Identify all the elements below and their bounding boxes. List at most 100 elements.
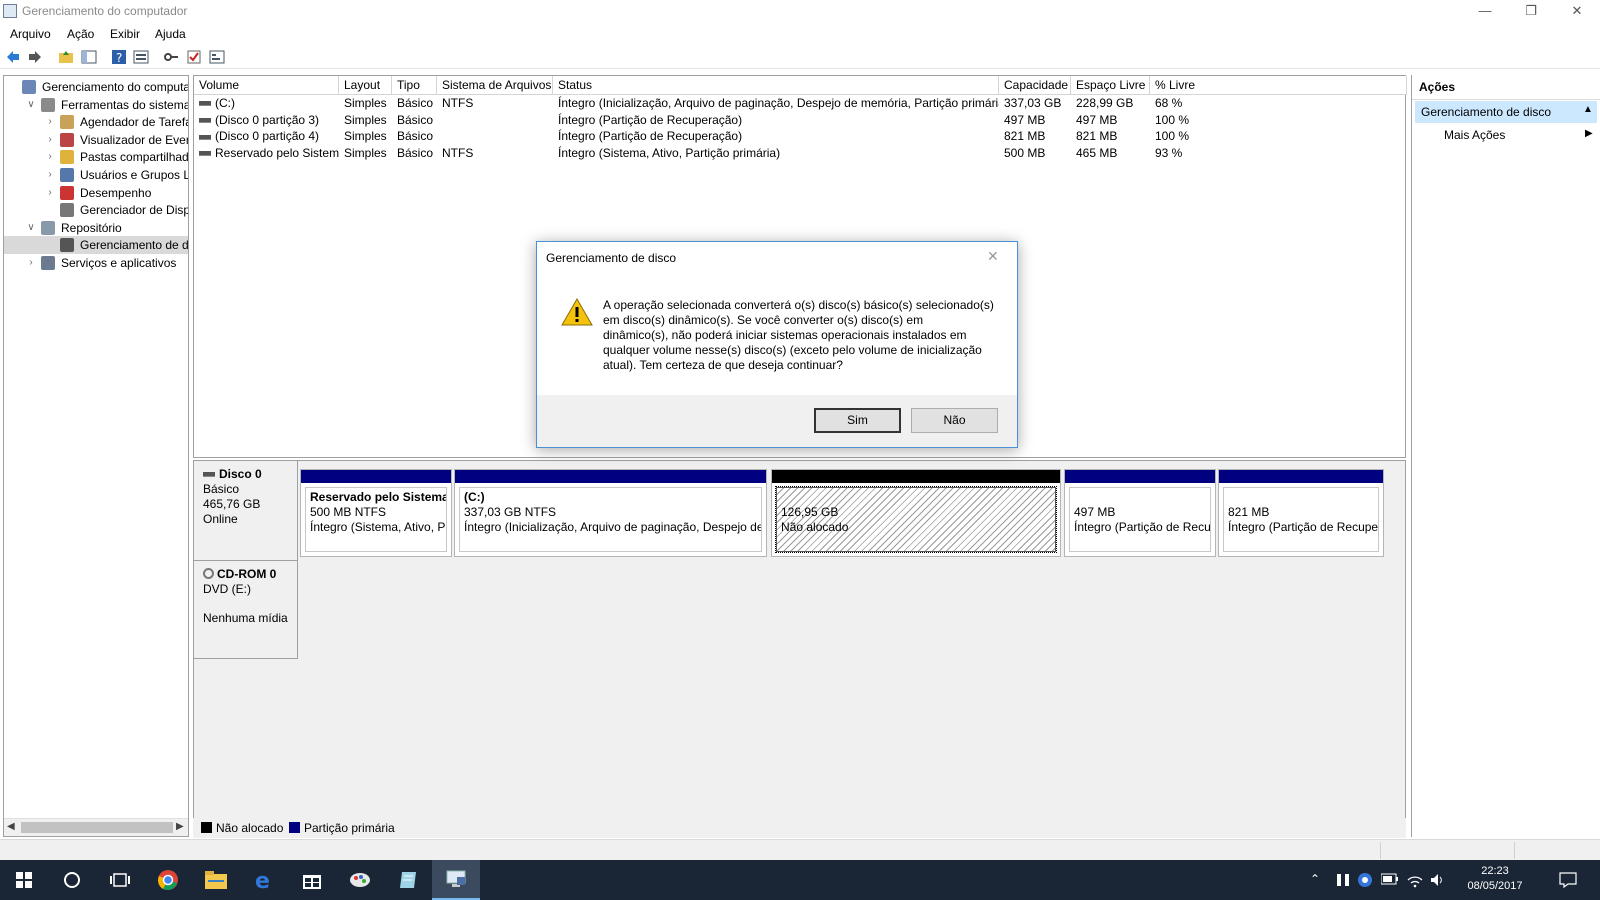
volume-row[interactable]: (Disco 0 partição 4) Simples Básico Íntegro… [194,128,1405,145]
taskbar-edge[interactable]: e [240,860,288,900]
collapsed-chevron-icon[interactable]: › [45,184,55,202]
disk0-label[interactable]: Disco 0 Básico 465,76 GB Online [194,461,298,561]
check-icon[interactable] [186,49,202,65]
partition[interactable]: Reservado pelo Sistema 500 MB NTFS Íntegro… [300,469,452,557]
menu-ajuda[interactable]: Ajuda [155,27,186,41]
partition[interactable]: (C:) 337,03 GB NTFS Íntegro (Inicialização… [454,469,767,557]
window-title: Gerenciamento do computador [22,4,188,18]
more-actions-item[interactable]: Mais Ações ▶ [1415,125,1597,147]
column-header[interactable]: Layout [339,76,392,95]
battery-icon[interactable] [1381,873,1399,885]
wifi-icon[interactable] [1407,872,1423,888]
clock-date: 08/05/2017 [1467,880,1523,892]
column-header[interactable]: Volume [194,76,339,95]
collapsed-chevron-icon[interactable]: › [45,148,55,166]
tree-item[interactable]: › Usuários e Grupos Loca [4,166,188,184]
volume-name: (Disco 0 partição 4) [215,129,320,144]
partition-line2: Não alocado [781,520,849,534]
expanded-chevron-icon[interactable]: ∨ [26,219,36,237]
column-header[interactable]: Sistema de Arquivos [437,76,553,95]
task-view-button[interactable] [96,860,144,900]
scrollbar-thumb[interactable] [21,822,173,833]
yes-button[interactable]: Sim [814,408,901,433]
dialog-message-line: qualquer volume nesse(s) disco(s) (excet… [603,343,982,357]
scroll-left-arrow-icon[interactable]: ◀ [7,821,15,832]
unallocated-partition[interactable]: 126,95 GB Não alocado [771,469,1061,557]
tree-item[interactable]: Gerenciador de Disposit [4,201,188,219]
column-header[interactable]: Tipo [392,76,437,95]
tree-item[interactable]: Gerenciamento de disco [4,236,188,255]
taskbar-paint[interactable] [336,860,384,900]
console-icon[interactable] [209,49,225,65]
computer-icon [22,80,36,94]
update-icon[interactable] [1357,872,1373,888]
partition-line1: 500 MB NTFS [310,505,387,519]
cdrom0-row[interactable]: CD-ROM 0 DVD (E:) Nenhuma mídia [194,561,1405,659]
tree-item[interactable]: › Agendador de Tarefas [4,113,188,131]
tree-item[interactable]: › Desempenho [4,184,188,202]
properties-icon[interactable] [133,49,149,65]
actions-section-disk-management[interactable]: Gerenciamento de disco ▲ [1415,101,1597,123]
clock[interactable]: 22:23 08/05/2017 [1460,864,1530,894]
volume-icon[interactable] [1429,872,1445,888]
volume-row[interactable]: (C:) Simples Básico NTFS Íntegro (Inicializa… [194,95,1405,112]
help-icon[interactable]: ? [111,49,127,65]
action-center-icon[interactable] [1559,872,1577,888]
partition[interactable]: 497 MB Íntegro (Partição de Recup [1064,469,1216,557]
show-hidden-icons-chevron-icon[interactable]: ⌃ [1310,872,1320,886]
dialog-close-icon[interactable]: ✕ [987,248,999,265]
taskbar-notepad[interactable] [384,860,432,900]
tree-item[interactable]: Gerenciamento do computado [4,78,188,96]
volume-row[interactable]: (Disco 0 partição 3) Simples Básico Íntegro… [194,112,1405,129]
menu-exibir[interactable]: Exibir [110,27,140,41]
expanded-chevron-icon[interactable]: ∨ [26,96,36,114]
volume-row[interactable]: Reservado pelo Sistema Simples Básico NTFS Í… [194,145,1405,162]
tree-item[interactable]: ∨ Ferramentas do sistema [4,96,188,114]
tree-item[interactable]: ∨ Repositório [4,219,188,237]
restore-button[interactable]: ❐ [1508,0,1554,24]
tree-item[interactable]: › Pastas compartilhadas [4,148,188,166]
tree-item[interactable]: › Visualizador de Eventos [4,131,188,149]
forward-icon[interactable] [27,49,43,65]
scroll-right-arrow-icon[interactable]: ▶ [176,821,184,832]
status-divider [1380,842,1381,859]
tree-item[interactable]: › Serviços e aplicativos [4,254,188,272]
collapsed-chevron-icon[interactable]: › [45,113,55,131]
column-header[interactable]: Espaço Livre [1071,76,1150,95]
collapsed-chevron-icon[interactable]: › [45,131,55,149]
volume-icon [199,151,211,157]
no-button[interactable]: Não [911,408,998,433]
column-header[interactable]: Status [553,76,999,95]
collapsed-chevron-icon[interactable]: › [26,254,36,272]
show-hide-tree-icon[interactable] [81,49,97,65]
menu-arquivo[interactable]: Arquivo [10,27,51,41]
volume-cell: Íntegro (Inicialização, Arquivo de pagin… [558,96,999,110]
cdrom0-label[interactable]: CD-ROM 0 DVD (E:) Nenhuma mídia [194,561,298,659]
partition-color-bar [772,470,1060,483]
network-shield-icon[interactable] [1335,872,1351,888]
column-header[interactable]: Capacidade [999,76,1071,95]
search-button[interactable] [48,860,96,900]
back-icon[interactable] [5,49,21,65]
taskbar-chrome[interactable] [144,860,192,900]
disk0-row[interactable]: Disco 0 Básico 465,76 GB Online Reservad… [194,461,1405,561]
taskbar-store[interactable] [288,860,336,900]
partition-title: Reservado pelo Sistema [310,490,447,504]
close-window-button[interactable]: ✕ [1554,0,1600,24]
minimize-button[interactable]: — [1462,0,1508,24]
computer-management-icon [3,4,17,18]
up-folder-icon[interactable] [58,49,74,65]
collapsed-chevron-icon[interactable]: › [45,166,55,184]
partition[interactable]: 821 MB Íntegro (Partição de Recupera [1218,469,1384,557]
collapse-arrow-icon[interactable]: ▲ [1583,104,1593,115]
toolbar: ? [0,45,1600,69]
start-button[interactable] [0,860,48,900]
taskbar-computer-management[interactable] [432,860,480,900]
horizontal-scrollbar[interactable]: ◀ ▶ [4,818,188,836]
column-header[interactable]: % Livre [1150,76,1407,95]
partition-body: 126,95 GB Não alocado [775,486,1057,553]
menu-acao[interactable]: Ação [67,27,94,41]
volume-cell: NTFS [442,96,474,110]
key-icon[interactable] [163,49,179,65]
taskbar-file-explorer[interactable] [192,860,240,900]
